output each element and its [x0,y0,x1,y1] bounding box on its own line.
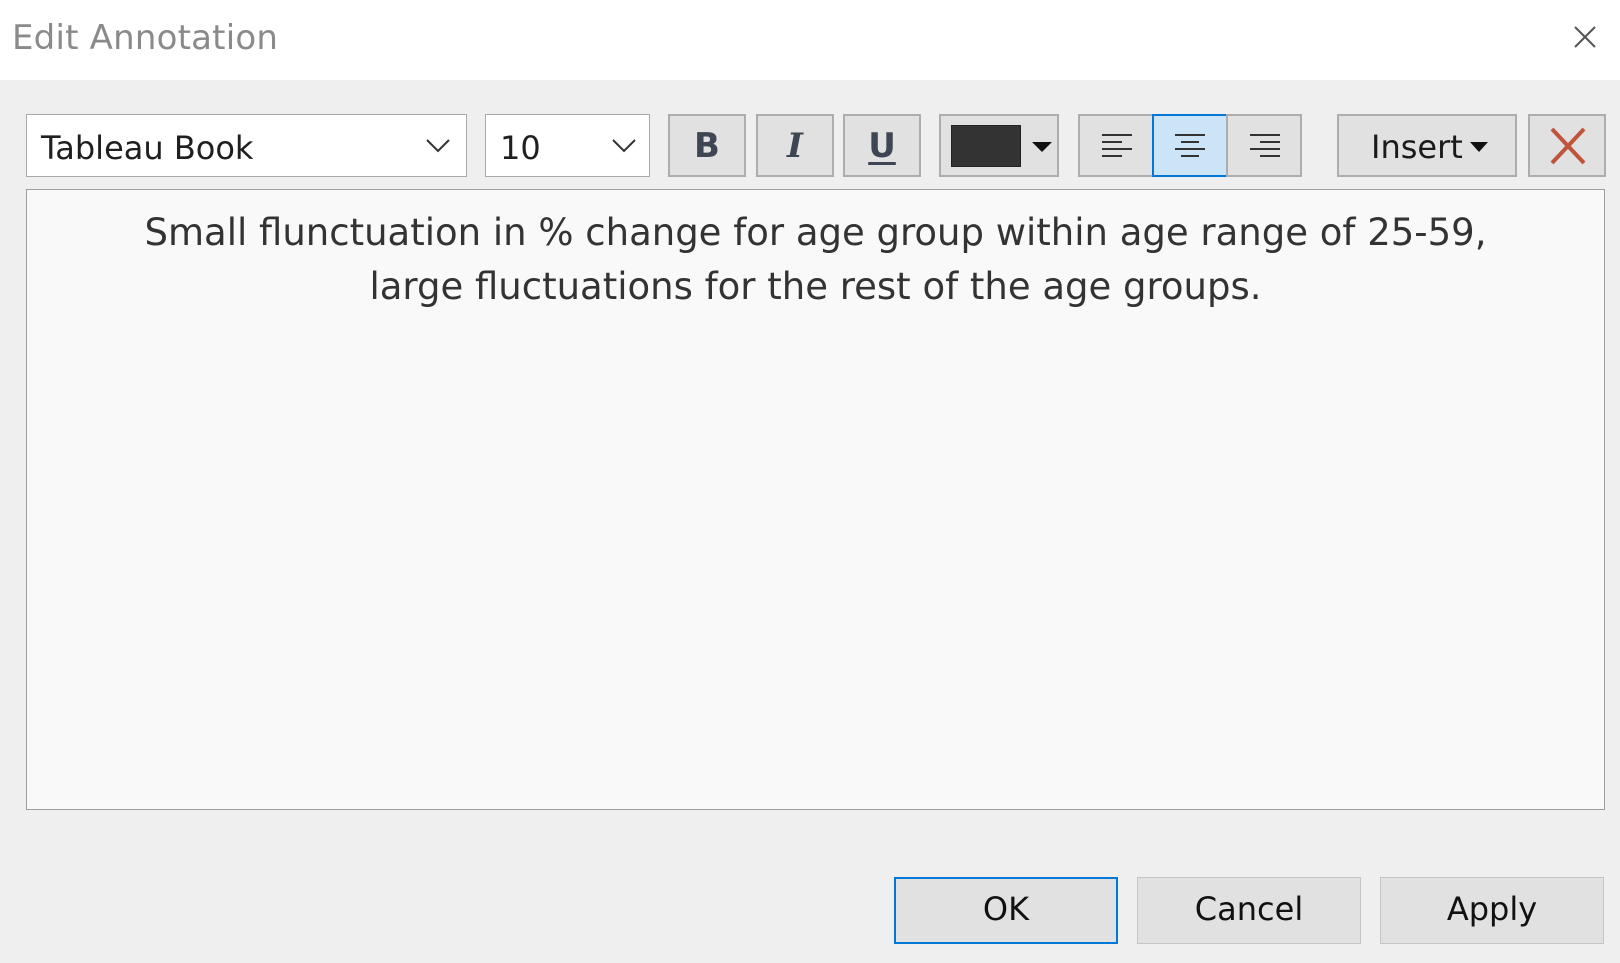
annotation-text-editor[interactable]: Small flunctuation in % change for age g… [26,189,1605,810]
annotation-line-1: Small flunctuation in % change for age g… [144,211,1487,254]
align-right-button[interactable] [1226,114,1302,177]
apply-button[interactable]: Apply [1380,877,1604,944]
italic-icon: I [787,126,803,166]
clear-x-icon [1550,127,1586,165]
text-color-button[interactable] [939,114,1059,177]
annotation-line-2: large fluctuations for the rest of the a… [369,265,1262,308]
align-left-button[interactable] [1078,114,1154,177]
font-size-select[interactable]: 10 [485,114,650,177]
underline-icon: U [868,126,896,166]
bold-icon: B [694,126,720,166]
font-family-select[interactable]: Tableau Book [26,114,467,177]
underline-button[interactable]: U [843,114,921,177]
align-center-icon [1175,134,1205,157]
edit-annotation-dialog: Edit Annotation Tableau Book 10 B I U In… [0,0,1620,963]
ok-button[interactable]: OK [894,877,1118,944]
close-icon[interactable] [1570,22,1600,52]
title-bar: Edit Annotation [0,0,1620,80]
insert-label: Insert [1371,128,1463,166]
annotation-text[interactable]: Small flunctuation in % change for age g… [27,206,1604,314]
cancel-button[interactable]: Cancel [1137,877,1361,944]
font-size-value: 10 [500,129,541,167]
align-right-icon [1250,134,1280,157]
caret-down-icon [1032,142,1052,152]
italic-button[interactable]: I [756,114,834,177]
bold-button[interactable]: B [668,114,746,177]
align-left-icon [1102,134,1132,157]
caret-down-icon [1470,142,1488,152]
align-center-button[interactable] [1152,114,1228,177]
dialog-title: Edit Annotation [12,18,279,58]
clear-button[interactable] [1528,114,1606,177]
chevron-down-icon [612,139,636,153]
font-family-value: Tableau Book [41,129,254,167]
insert-menu-button[interactable]: Insert [1337,114,1517,177]
text-color-swatch [951,125,1021,167]
chevron-down-icon [426,139,450,153]
